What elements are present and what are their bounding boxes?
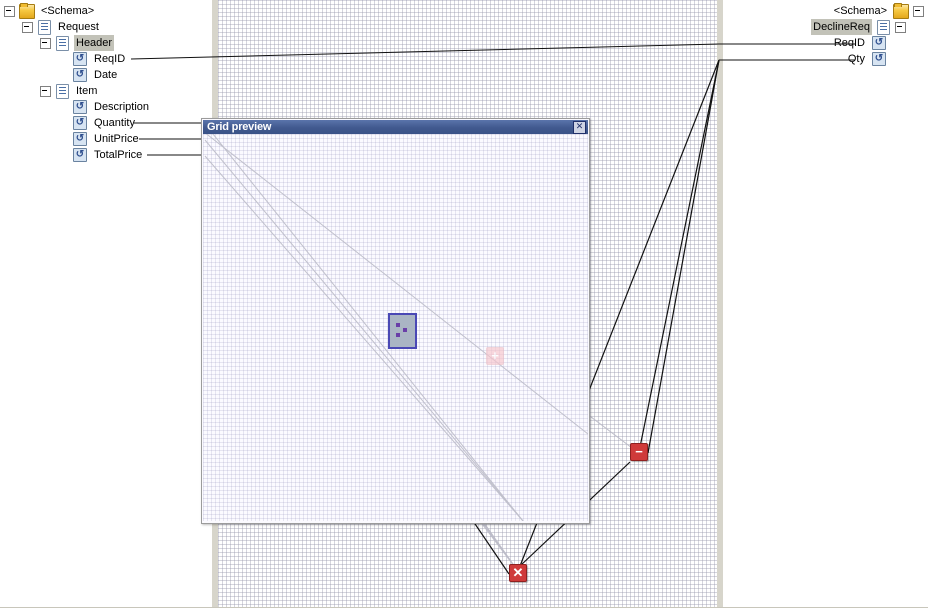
- document-icon: [877, 19, 890, 35]
- document-icon: [56, 83, 69, 99]
- document-icon: [56, 35, 69, 51]
- tree-node-label: Qty: [847, 53, 865, 65]
- attribute-icon: ↺: [73, 132, 87, 146]
- record-node-dot: [403, 328, 407, 332]
- document-icon: [38, 19, 51, 35]
- attribute-icon: ↺: [73, 116, 87, 130]
- tree-node-label: ReqID: [94, 53, 126, 65]
- close-x-icon: ✕: [512, 564, 524, 580]
- record-node[interactable]: [388, 313, 417, 349]
- tree-node-schema-target[interactable]: <Schema>: [720, 2, 928, 19]
- record-node-dot: [396, 323, 400, 327]
- expander-minus-icon[interactable]: [40, 37, 51, 49]
- tree-node-label: Description: [94, 101, 150, 113]
- expander-minus-icon[interactable]: [895, 21, 906, 33]
- plus-icon: +: [491, 347, 499, 363]
- status-strip: [0, 608, 928, 613]
- tree-node-reqid[interactable]: ↺ ReqID: [0, 51, 212, 67]
- tree-node-label: Date: [94, 69, 118, 81]
- right-splitter[interactable]: [717, 0, 723, 608]
- tree-node-target-reqid[interactable]: ReqID ↺: [720, 35, 928, 51]
- attribute-icon: ↺: [872, 52, 886, 66]
- tree-node-totalprice[interactable]: ↺ TotalPrice: [0, 147, 212, 163]
- grid-preview-title: Grid preview: [207, 121, 272, 133]
- tree-node-label: UnitPrice: [94, 133, 139, 145]
- subtract-node[interactable]: −: [630, 443, 648, 461]
- attribute-icon: ↺: [73, 68, 87, 82]
- expander-minus-icon[interactable]: [40, 85, 51, 97]
- tree-node-item[interactable]: Item: [0, 83, 212, 99]
- tree-node-label: Item: [76, 85, 98, 97]
- minus-icon: −: [635, 443, 643, 459]
- tree-node-label: DeclineReq: [811, 19, 872, 35]
- tree-node-declinereq[interactable]: DeclineReq: [720, 19, 928, 35]
- attribute-icon: ↺: [73, 148, 87, 162]
- delete-node[interactable]: ✕: [509, 564, 527, 582]
- folder-icon: [893, 2, 909, 19]
- tree-node-label: <Schema>: [41, 5, 95, 17]
- tree-node-label: <Schema>: [833, 5, 887, 17]
- attribute-icon: ↺: [73, 52, 87, 66]
- expander-minus-icon[interactable]: [913, 5, 924, 17]
- tree-node-label: TotalPrice: [94, 149, 143, 161]
- source-schema-tree[interactable]: <Schema> Request Header ↺ ReqID ↺ Date I…: [0, 2, 212, 163]
- tree-node-header[interactable]: Header: [0, 35, 212, 51]
- tree-node-request[interactable]: Request: [0, 19, 212, 35]
- app-root: <Schema> Request Header ↺ ReqID ↺ Date I…: [0, 0, 928, 613]
- tree-node-label: Header: [74, 35, 115, 51]
- record-node-dot: [396, 333, 400, 337]
- expander-minus-icon[interactable]: [4, 5, 15, 17]
- target-schema-tree[interactable]: <Schema> DeclineReq ReqID ↺ Qty ↺: [720, 2, 928, 67]
- tree-node-schema-source[interactable]: <Schema>: [0, 2, 212, 19]
- tree-node-label: Quantity: [94, 117, 135, 129]
- attribute-icon: ↺: [872, 36, 886, 50]
- close-icon[interactable]: ✕: [573, 120, 586, 134]
- grid-preview-titlebar[interactable]: Grid preview ✕: [203, 120, 588, 134]
- tree-node-quantity[interactable]: ↺ Quantity: [0, 115, 212, 131]
- folder-icon: [19, 2, 35, 19]
- tree-node-label: Request: [58, 21, 99, 33]
- tree-node-label: ReqID: [833, 37, 865, 49]
- tree-node-date[interactable]: ↺ Date: [0, 67, 212, 83]
- attribute-icon: ↺: [73, 100, 87, 114]
- tree-node-target-qty[interactable]: Qty ↺: [720, 51, 928, 67]
- add-node[interactable]: +: [486, 347, 504, 365]
- expander-minus-icon[interactable]: [22, 21, 33, 33]
- tree-node-description[interactable]: ↺ Description: [0, 99, 212, 115]
- tree-node-unitprice[interactable]: ↺ UnitPrice: [0, 131, 212, 147]
